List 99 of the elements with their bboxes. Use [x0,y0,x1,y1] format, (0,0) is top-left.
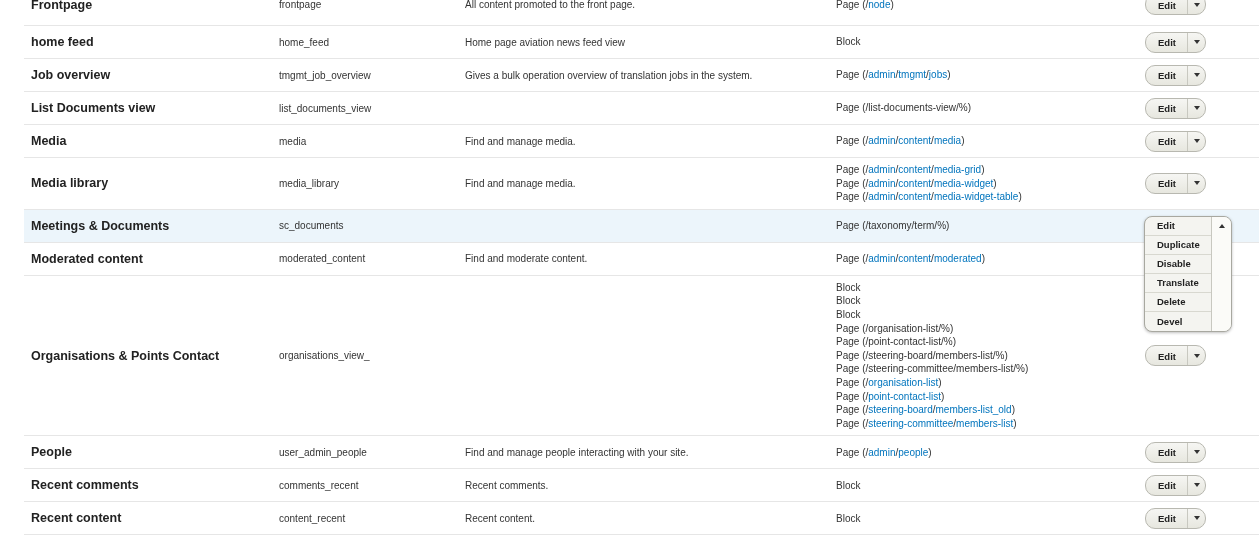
display-path: Block [836,280,862,295]
display-path: Block [836,307,862,322]
view-description: Gives a bulk operation overview of translation jobs in the system. [465,69,753,81]
operation-menu-item[interactable]: Devel [1145,311,1211,331]
display-path: Block [836,511,862,526]
machine-name: user_admin_people [279,446,367,458]
machine-name: frontpage [279,0,322,10]
caret-icon [1193,106,1200,110]
display-path: Block [836,294,862,308]
caret-icon [1193,483,1200,488]
view-name: Organisations & Points Contact [31,348,220,363]
display-path: Page (/admin/content/moderated) [836,252,987,266]
display-path: Page (/admin/people) [836,445,933,460]
view-name: home feed [31,35,94,49]
caret-icon [1193,73,1200,77]
display-path: Block [836,35,862,49]
view-description: Find and manage media. [465,177,576,189]
display-path: Page (/taxonomy/term/%) [836,219,951,233]
edit-button[interactable]: Edit [1146,0,1187,14]
machine-name: comments_recent [279,479,359,491]
machine-name: content_recent [279,512,346,524]
view-description: Recent comments. [465,479,549,491]
display-path: Page (/point-contact-list) [836,389,946,404]
path-link[interactable]: admin [868,164,896,175]
display-path: Page (/node) [836,0,895,12]
path-link[interactable]: admin [868,446,896,458]
view-name: Moderated content [31,251,143,266]
machine-name: media_library [279,177,340,189]
caret-icon [1193,516,1200,521]
path-link[interactable]: content [898,253,932,264]
edit-button[interactable]: Edit [1146,442,1187,462]
display-path: Page (/admin/content/media-widget) [836,176,998,191]
display-path: Page (/point-contact-list/%) [836,335,958,349]
path-link[interactable]: admin [868,253,896,264]
path-link[interactable]: admin [868,69,896,81]
path-link[interactable]: content [898,177,932,189]
view-name: Frontpage [31,0,93,12]
caret-icon [1193,40,1200,44]
view-description: Find and manage media. [465,135,576,147]
edit-button[interactable]: Edit [1146,173,1187,193]
display-path: Page (/list-documents-view/%) [836,101,973,115]
path-link[interactable]: tmgmt [898,69,927,81]
display-path: Page (/admin/content/media-widget-table) [836,190,1023,204]
path-link[interactable]: moderated [933,253,982,264]
view-name: Recent comments [31,478,139,493]
caret-icon [1193,139,1200,143]
edit-button[interactable]: Edit [1146,65,1187,85]
path-link[interactable]: admin [868,135,896,147]
view-name: People [31,445,72,460]
edit-button[interactable]: Edit [1146,131,1187,151]
edit-button[interactable]: Edit [1146,508,1187,528]
display-path: Page (/admin/tmgmt/jobs) [836,68,952,82]
machine-name: tmgmt_job_overview [279,69,371,81]
path-link[interactable]: admin [868,177,896,189]
display-path: Page (/steering-board/members-list_old) [836,403,1016,417]
path-link[interactable]: admin [868,191,896,203]
view-description: Find and manage people interacting with your site. [465,446,689,458]
caret-icon [1193,450,1200,455]
caret-icon [1218,223,1225,228]
view-description: All content promoted to the front page. [465,0,636,10]
display-path: Page (/admin/content/media) [836,134,966,148]
view-name: Meetings & Documents [31,218,170,233]
display-path: Page (/steering-committee/members-list/%) [836,362,1030,376]
path-link[interactable]: steering-board [868,404,933,416]
edit-button[interactable]: Edit [1146,346,1187,366]
view-description: Find and moderate content. [465,253,588,265]
caret-icon [1193,2,1200,7]
machine-name: organisations_view_ [279,350,370,362]
edit-button[interactable]: Edit [1146,32,1187,52]
caret-icon [1193,181,1200,186]
display-path: Page (/admin/content/media-grid) [836,163,986,177]
display-path: Page (/steering-board/members-list/%) [836,348,1009,363]
machine-name: moderated_content [279,253,366,265]
path-link[interactable]: node [868,0,891,10]
display-path: Page (/steering-committee/members-list) [836,416,1018,431]
view-name: List Documents view [31,101,156,115]
display-path: Page (/organisation-list) [836,375,943,390]
machine-name: media [279,135,307,147]
view-description: Home page aviation news feed view [465,36,626,48]
path-link[interactable]: members-list_old [935,404,1012,416]
edit-button[interactable]: Edit [1146,98,1187,118]
view-description: Recent content. [465,512,536,524]
view-name: Job overview [31,68,111,82]
machine-name: home_feed [279,36,330,48]
display-path: Page (/organisation-list/%) [836,321,955,336]
path-link[interactable]: content [898,191,932,203]
path-link[interactable]: content [898,164,932,175]
path-link[interactable]: content [898,135,932,147]
machine-name: sc_documents [279,220,344,232]
edit-button[interactable]: Edit [1146,475,1187,495]
path-link[interactable]: media-widget-table [933,191,1019,203]
view-name: Media [31,134,67,148]
view-name: Recent content [31,511,122,526]
caret-icon [1193,353,1200,358]
machine-name: list_documents_view [279,102,372,114]
path-link[interactable]: steering-committee [868,417,954,429]
display-path: Block [836,478,862,493]
view-name: Media library [31,176,109,191]
dropdown-toggle[interactable] [1211,216,1231,331]
